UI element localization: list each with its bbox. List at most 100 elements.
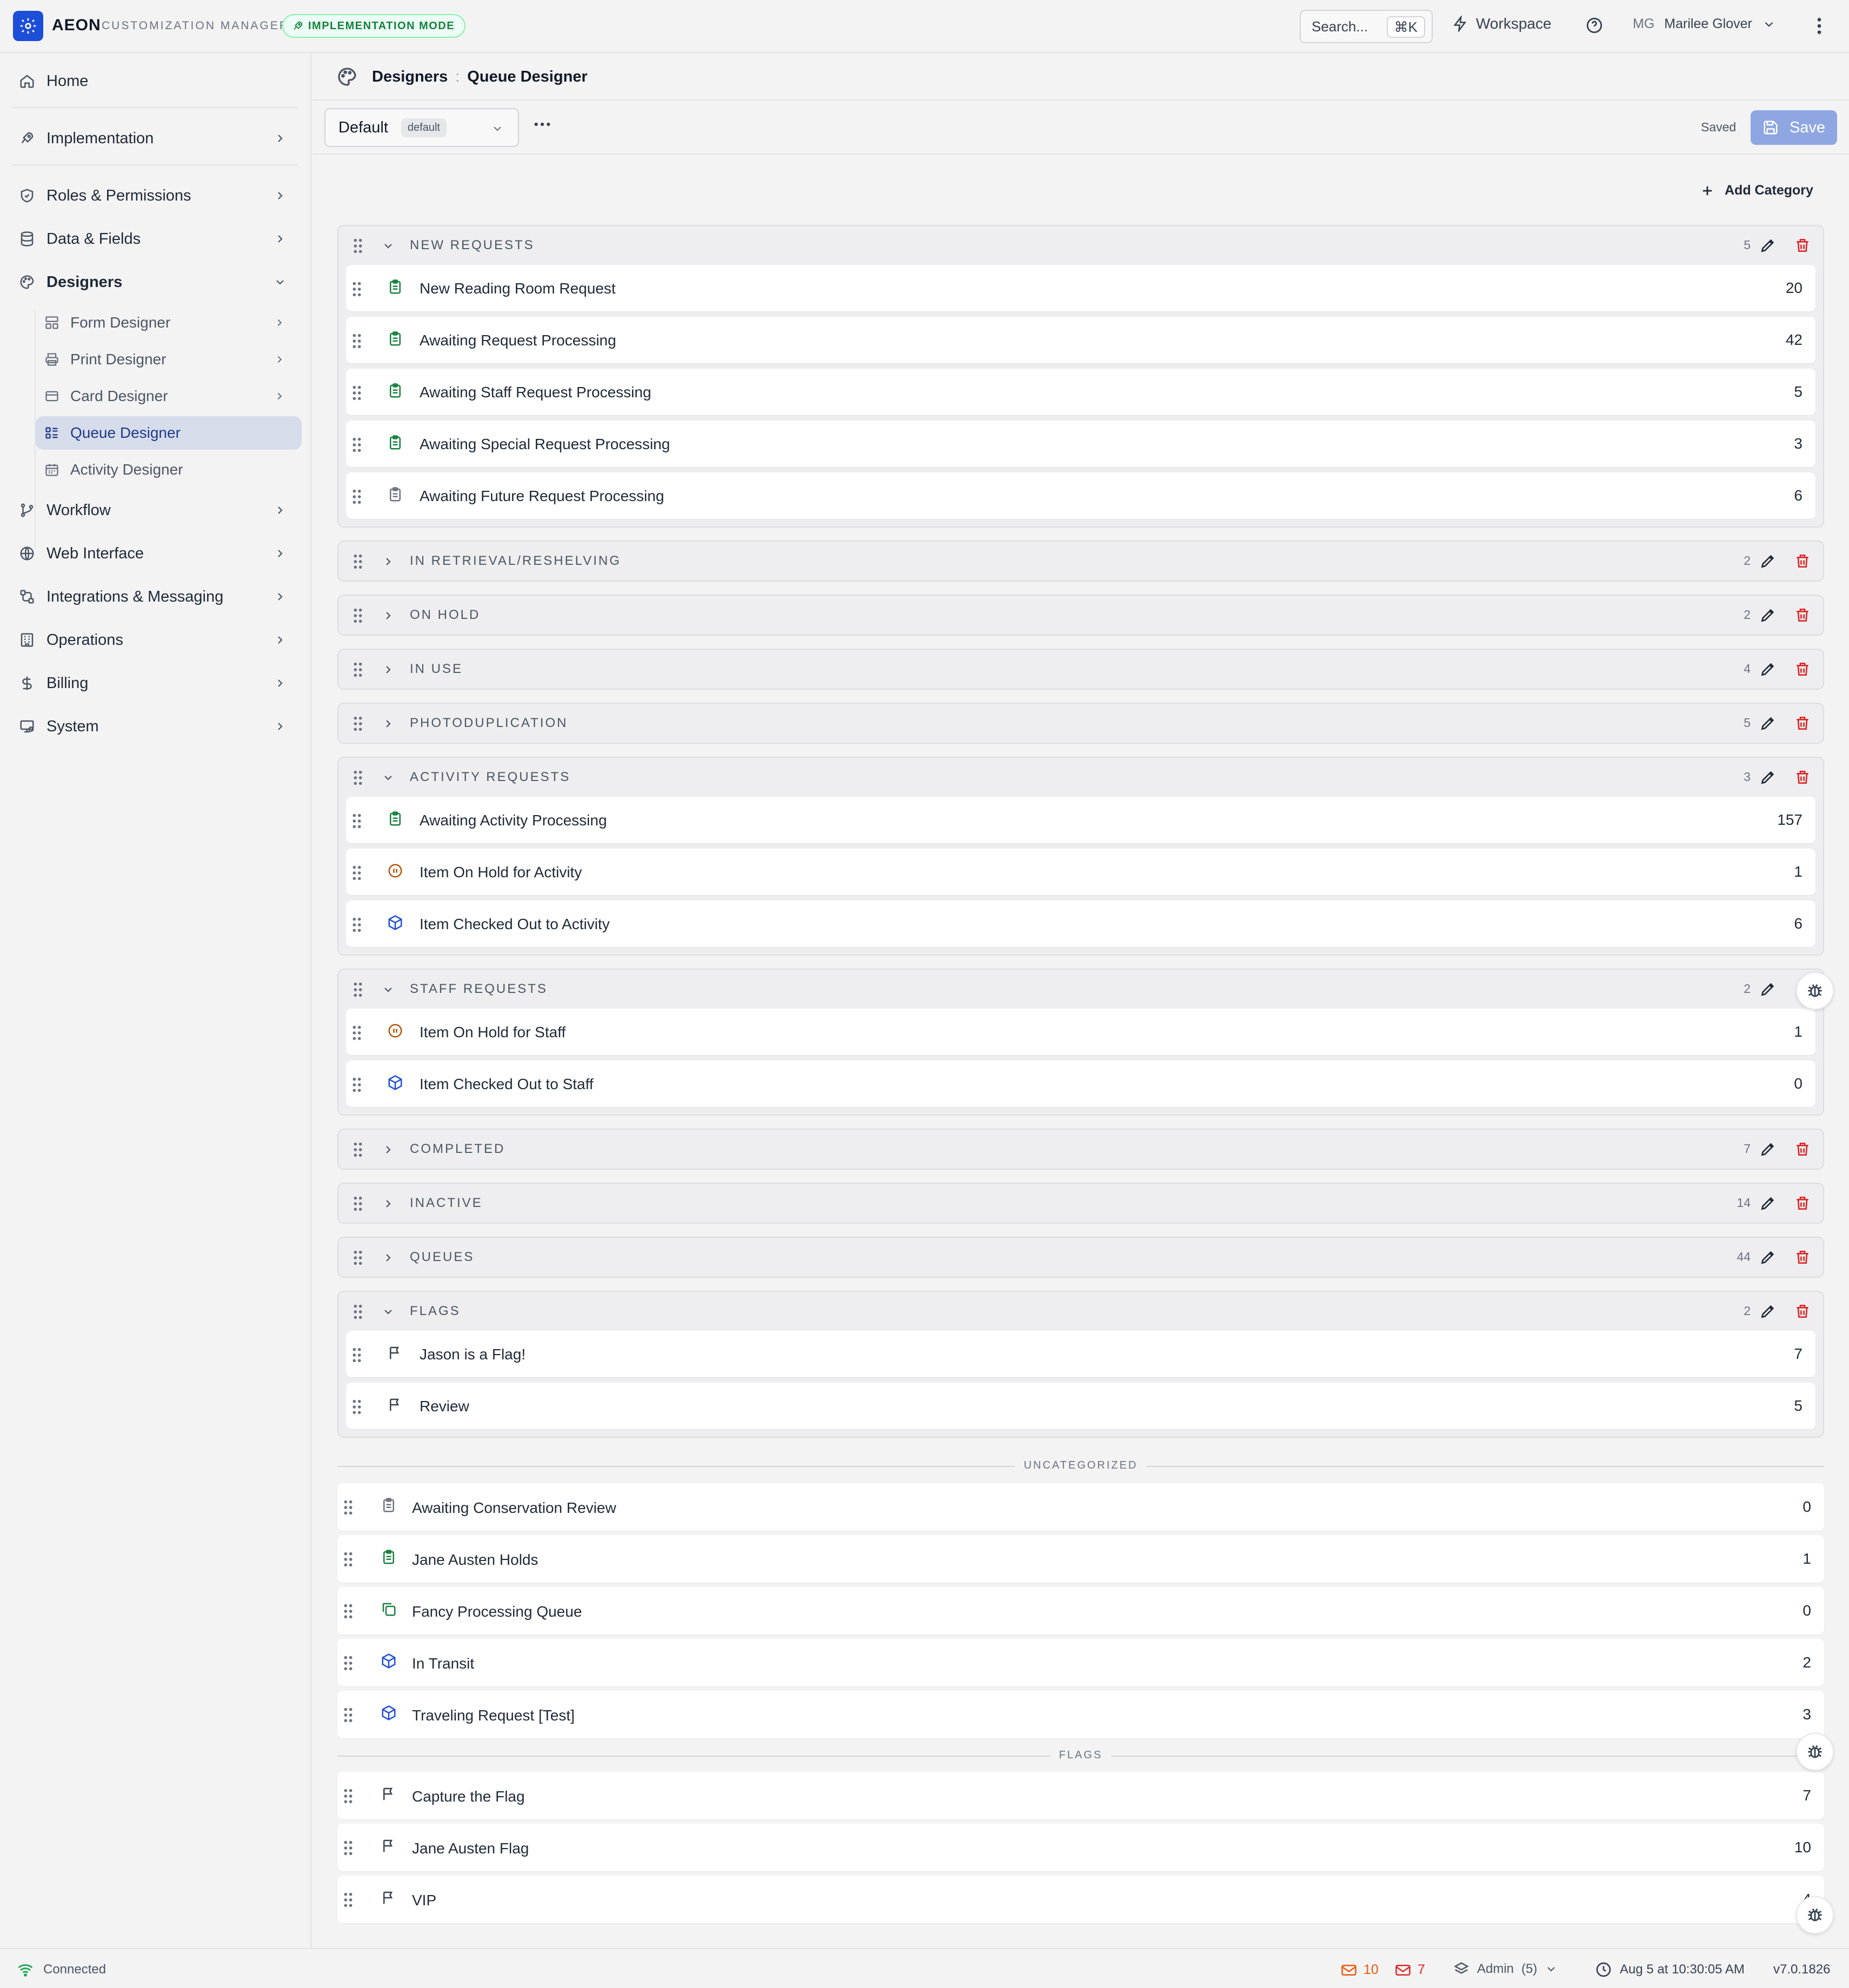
edit-category-button[interactable]	[1759, 1140, 1777, 1158]
row-drag-handle[interactable]	[351, 437, 362, 453]
queue-row[interactable]: In Transit 2	[337, 1639, 1824, 1686]
queue-row[interactable]: Jane Austen Holds 1	[337, 1535, 1824, 1583]
sidebar-item-implementation[interactable]: Implementation	[12, 121, 298, 156]
row-drag-handle[interactable]	[351, 917, 362, 933]
edit-category-button[interactable]	[1759, 1195, 1777, 1212]
category-header[interactable]: IN USE 4	[338, 650, 1823, 689]
delete-category-button[interactable]	[1794, 1140, 1811, 1158]
debug-button[interactable]	[1796, 1896, 1834, 1934]
queue-row[interactable]: Item On Hold for Staff 1	[346, 1009, 1815, 1055]
debug-button[interactable]	[1796, 972, 1834, 1010]
row-drag-handle[interactable]	[351, 281, 362, 297]
queue-row[interactable]: Awaiting Staff Request Processing 5	[346, 369, 1815, 415]
queue-row[interactable]: Traveling Request [Test] 3	[337, 1691, 1824, 1738]
sidebar-item-integrations-messaging[interactable]: Integrations & Messaging	[12, 579, 298, 614]
queue-row[interactable]: Jane Austen Flag 10	[337, 1824, 1824, 1871]
sidebar-item-designers[interactable]: Designers	[12, 265, 298, 299]
category-drag-handle[interactable]	[352, 1142, 363, 1158]
row-drag-handle[interactable]	[351, 385, 362, 401]
row-drag-handle[interactable]	[343, 1499, 354, 1516]
category-header[interactable]: FLAGS 2	[338, 1292, 1823, 1331]
sidebar-item-operations[interactable]: Operations	[12, 623, 298, 657]
category-header[interactable]: STAFF REQUESTS 2	[338, 970, 1823, 1009]
category-toggle[interactable]	[382, 555, 395, 568]
add-category-button[interactable]: Add Category	[1700, 183, 1813, 198]
user-menu[interactable]: MG Marilee Glover	[1633, 16, 1776, 32]
category-toggle[interactable]	[382, 1197, 395, 1210]
failed-mail-indicator[interactable]: 7	[1395, 1962, 1425, 1978]
edit-category-button[interactable]	[1759, 980, 1777, 998]
category-drag-handle[interactable]	[352, 1196, 363, 1212]
sidebar-item-workflow[interactable]: Workflow	[12, 493, 298, 528]
sidebar-subitem-activity-designer[interactable]: Activity Designer	[36, 453, 302, 486]
category-toggle[interactable]	[382, 717, 395, 730]
delete-category-button[interactable]	[1794, 606, 1811, 624]
edit-category-button[interactable]	[1759, 1249, 1777, 1266]
queue-row[interactable]: Capture the Flag 7	[337, 1772, 1824, 1819]
queue-row[interactable]: New Reading Room Request 20	[346, 265, 1815, 311]
edit-category-button[interactable]	[1759, 552, 1777, 570]
sidebar-item-home[interactable]: Home	[12, 64, 298, 98]
sidebar-subitem-form-designer[interactable]: Form Designer	[36, 306, 302, 339]
category-header[interactable]: ACTIVITY REQUESTS 3	[338, 758, 1823, 797]
category-drag-handle[interactable]	[352, 770, 363, 786]
edit-category-button[interactable]	[1759, 606, 1777, 624]
row-drag-handle[interactable]	[343, 1788, 354, 1804]
category-drag-handle[interactable]	[352, 1304, 363, 1320]
edit-category-button[interactable]	[1759, 715, 1777, 732]
sidebar-subitem-print-designer[interactable]: Print Designer	[36, 343, 302, 376]
sidebar-item-web-interface[interactable]: Web Interface	[12, 536, 298, 571]
category-toggle[interactable]	[382, 1305, 395, 1318]
queue-row[interactable]: Item Checked Out to Staff 0	[346, 1060, 1815, 1107]
debug-button[interactable]	[1796, 1733, 1834, 1771]
queue-row[interactable]: Review 5	[346, 1383, 1815, 1429]
delete-category-button[interactable]	[1794, 1195, 1811, 1212]
category-header[interactable]: PHOTODUPLICATION 5	[338, 704, 1823, 743]
category-toggle[interactable]	[382, 1251, 395, 1264]
edit-category-button[interactable]	[1759, 661, 1777, 678]
sidebar-item-billing[interactable]: Billing	[12, 666, 298, 701]
row-drag-handle[interactable]	[351, 813, 362, 829]
category-toggle[interactable]	[382, 983, 395, 996]
row-drag-handle[interactable]	[351, 333, 362, 349]
category-toggle[interactable]	[382, 771, 395, 784]
delete-category-button[interactable]	[1794, 715, 1811, 732]
row-drag-handle[interactable]	[343, 1840, 354, 1856]
delete-category-button[interactable]	[1794, 237, 1811, 254]
global-search-button[interactable]: Search... ⌘K	[1300, 10, 1433, 43]
category-drag-handle[interactable]	[352, 1250, 363, 1266]
category-drag-handle[interactable]	[352, 238, 363, 254]
edit-category-button[interactable]	[1759, 769, 1777, 786]
unread-mail-indicator[interactable]: 10	[1341, 1962, 1379, 1978]
sidebar-item-data-fields[interactable]: Data & Fields	[12, 222, 298, 256]
queue-row[interactable]: Fancy Processing Queue 0	[337, 1587, 1824, 1635]
category-drag-handle[interactable]	[352, 608, 363, 624]
category-drag-handle[interactable]	[352, 716, 363, 732]
row-drag-handle[interactable]	[343, 1603, 354, 1619]
delete-category-button[interactable]	[1794, 769, 1811, 786]
sidebar-subitem-queue-designer[interactable]: Queue Designer	[36, 416, 302, 450]
save-button[interactable]: Save	[1751, 110, 1837, 145]
category-header[interactable]: QUEUES 44	[338, 1238, 1823, 1277]
breadcrumb-parent[interactable]: Designers	[372, 68, 448, 86]
queue-row[interactable]: VIP 4	[337, 1876, 1824, 1923]
row-drag-handle[interactable]	[351, 1025, 362, 1041]
category-header[interactable]: NEW REQUESTS 5	[338, 226, 1823, 265]
view-more-button[interactable]	[533, 120, 551, 129]
delete-category-button[interactable]	[1794, 552, 1811, 570]
row-drag-handle[interactable]	[343, 1551, 354, 1567]
row-drag-handle[interactable]	[351, 1077, 362, 1093]
row-drag-handle[interactable]	[343, 1655, 354, 1671]
category-toggle[interactable]	[382, 1143, 395, 1156]
help-button[interactable]	[1585, 16, 1604, 35]
edit-category-button[interactable]	[1759, 1303, 1777, 1320]
queue-row[interactable]: Awaiting Request Processing 42	[346, 317, 1815, 363]
category-toggle[interactable]	[382, 663, 395, 676]
row-drag-handle[interactable]	[343, 1707, 354, 1723]
queue-row[interactable]: Awaiting Conservation Review 0	[337, 1483, 1824, 1531]
category-header[interactable]: INACTIVE 14	[338, 1184, 1823, 1223]
queue-row[interactable]: Jason is a Flag! 7	[346, 1331, 1815, 1377]
queue-row[interactable]: Awaiting Activity Processing 157	[346, 797, 1815, 843]
row-drag-handle[interactable]	[351, 1347, 362, 1363]
queue-row[interactable]: Awaiting Special Request Processing 3	[346, 421, 1815, 467]
